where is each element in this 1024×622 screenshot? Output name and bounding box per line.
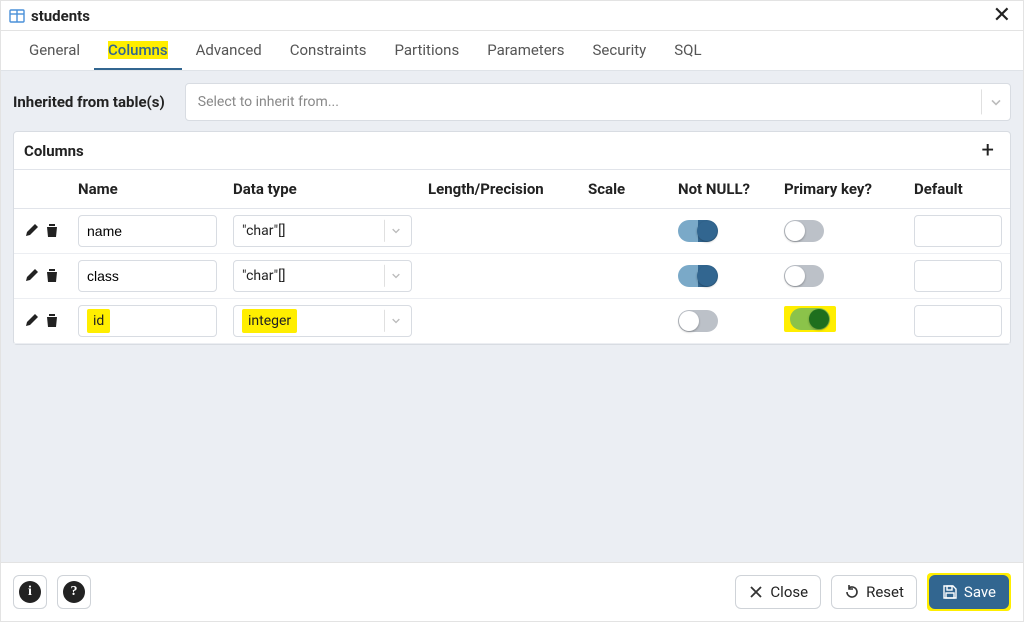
primary-key-toggle[interactable] (790, 308, 830, 330)
reset-icon (844, 584, 860, 600)
dtype-select[interactable]: "char"[] (233, 260, 412, 292)
col-name: Name (70, 170, 225, 209)
table-properties-dialog: students ✕ GeneralColumnsAdvancedConstra… (0, 0, 1024, 622)
help-icon: ? (63, 581, 85, 603)
default-input[interactable] (914, 305, 1002, 337)
col-dtype: Data type (225, 170, 420, 209)
dtype-select[interactable]: "char"[] (233, 215, 412, 247)
tabs: GeneralColumnsAdvancedConstraintsPartiti… (1, 31, 1023, 71)
save-highlight: Save (927, 573, 1011, 611)
edit-row-button[interactable] (22, 265, 42, 285)
tab-parameters[interactable]: Parameters (473, 31, 578, 70)
edit-row-button[interactable] (22, 220, 42, 240)
dtype-select[interactable]: integer (233, 305, 412, 337)
col-def: Default (906, 170, 1010, 209)
name-input[interactable] (78, 215, 217, 247)
not-null-toggle[interactable] (678, 310, 718, 332)
save-icon (942, 584, 958, 600)
panel-title: Columns (24, 142, 976, 160)
tab-advanced[interactable]: Advanced (182, 31, 276, 70)
tab-sql[interactable]: SQL (660, 31, 715, 70)
inherit-label: Inherited from table(s) (13, 93, 165, 111)
edit-row-button[interactable] (22, 310, 42, 330)
name-input[interactable] (78, 260, 217, 292)
tab-general[interactable]: General (15, 31, 94, 70)
x-icon (748, 584, 764, 600)
close-button[interactable]: Close (735, 575, 821, 609)
primary-key-toggle[interactable] (784, 220, 824, 242)
panel-header: Columns + (14, 132, 1010, 170)
inherit-row: Inherited from table(s) Select to inheri… (13, 83, 1011, 121)
save-label: Save (964, 583, 996, 601)
help-button[interactable]: ? (57, 575, 91, 609)
close-icon[interactable]: ✕ (989, 5, 1015, 27)
tab-columns[interactable]: Columns (94, 31, 182, 70)
not-null-toggle[interactable] (678, 265, 718, 287)
close-label: Close (770, 583, 808, 601)
delete-row-button[interactable] (42, 265, 62, 285)
delete-row-button[interactable] (42, 310, 62, 330)
inherit-select[interactable]: Select to inherit from... (185, 83, 1011, 121)
tab-partitions[interactable]: Partitions (381, 31, 474, 70)
not-null-toggle[interactable] (678, 220, 718, 242)
columns-grid: Name Data type Length/Precision Scale No… (14, 170, 1010, 344)
reset-button[interactable]: Reset (831, 575, 917, 609)
chevron-down-icon (981, 89, 1002, 114)
default-input[interactable] (914, 215, 1002, 247)
grid-header: Name Data type Length/Precision Scale No… (14, 170, 1010, 209)
tab-constraints[interactable]: Constraints (276, 31, 381, 70)
columns-panel: Columns + Name Data type Length/Precisio… (13, 131, 1011, 345)
dialog-body: Inherited from table(s) Select to inheri… (1, 71, 1023, 562)
titlebar: students ✕ (1, 1, 1023, 31)
table-icon (9, 8, 25, 24)
delete-row-button[interactable] (42, 220, 62, 240)
col-scale: Scale (580, 170, 670, 209)
primary-key-toggle[interactable] (784, 265, 824, 287)
dialog-title: students (31, 7, 989, 25)
info-button[interactable]: i (13, 575, 47, 609)
info-icon: i (19, 581, 41, 603)
reset-label: Reset (866, 583, 904, 601)
dialog-footer: i ? Close Reset Save (1, 562, 1023, 621)
table-row: "char"[] (14, 209, 1010, 254)
add-column-button[interactable]: + (976, 140, 1000, 162)
table-row: id integer (14, 299, 1010, 344)
col-actions (14, 170, 70, 209)
tab-security[interactable]: Security (579, 31, 661, 70)
col-len: Length/Precision (420, 170, 580, 209)
col-pk: Primary key? (776, 170, 906, 209)
name-input[interactable]: id (78, 305, 217, 337)
save-button[interactable]: Save (929, 575, 1009, 609)
default-input[interactable] (914, 260, 1002, 292)
inherit-placeholder: Select to inherit from... (198, 94, 339, 110)
table-row: "char"[] (14, 254, 1010, 299)
col-nn: Not NULL? (670, 170, 776, 209)
